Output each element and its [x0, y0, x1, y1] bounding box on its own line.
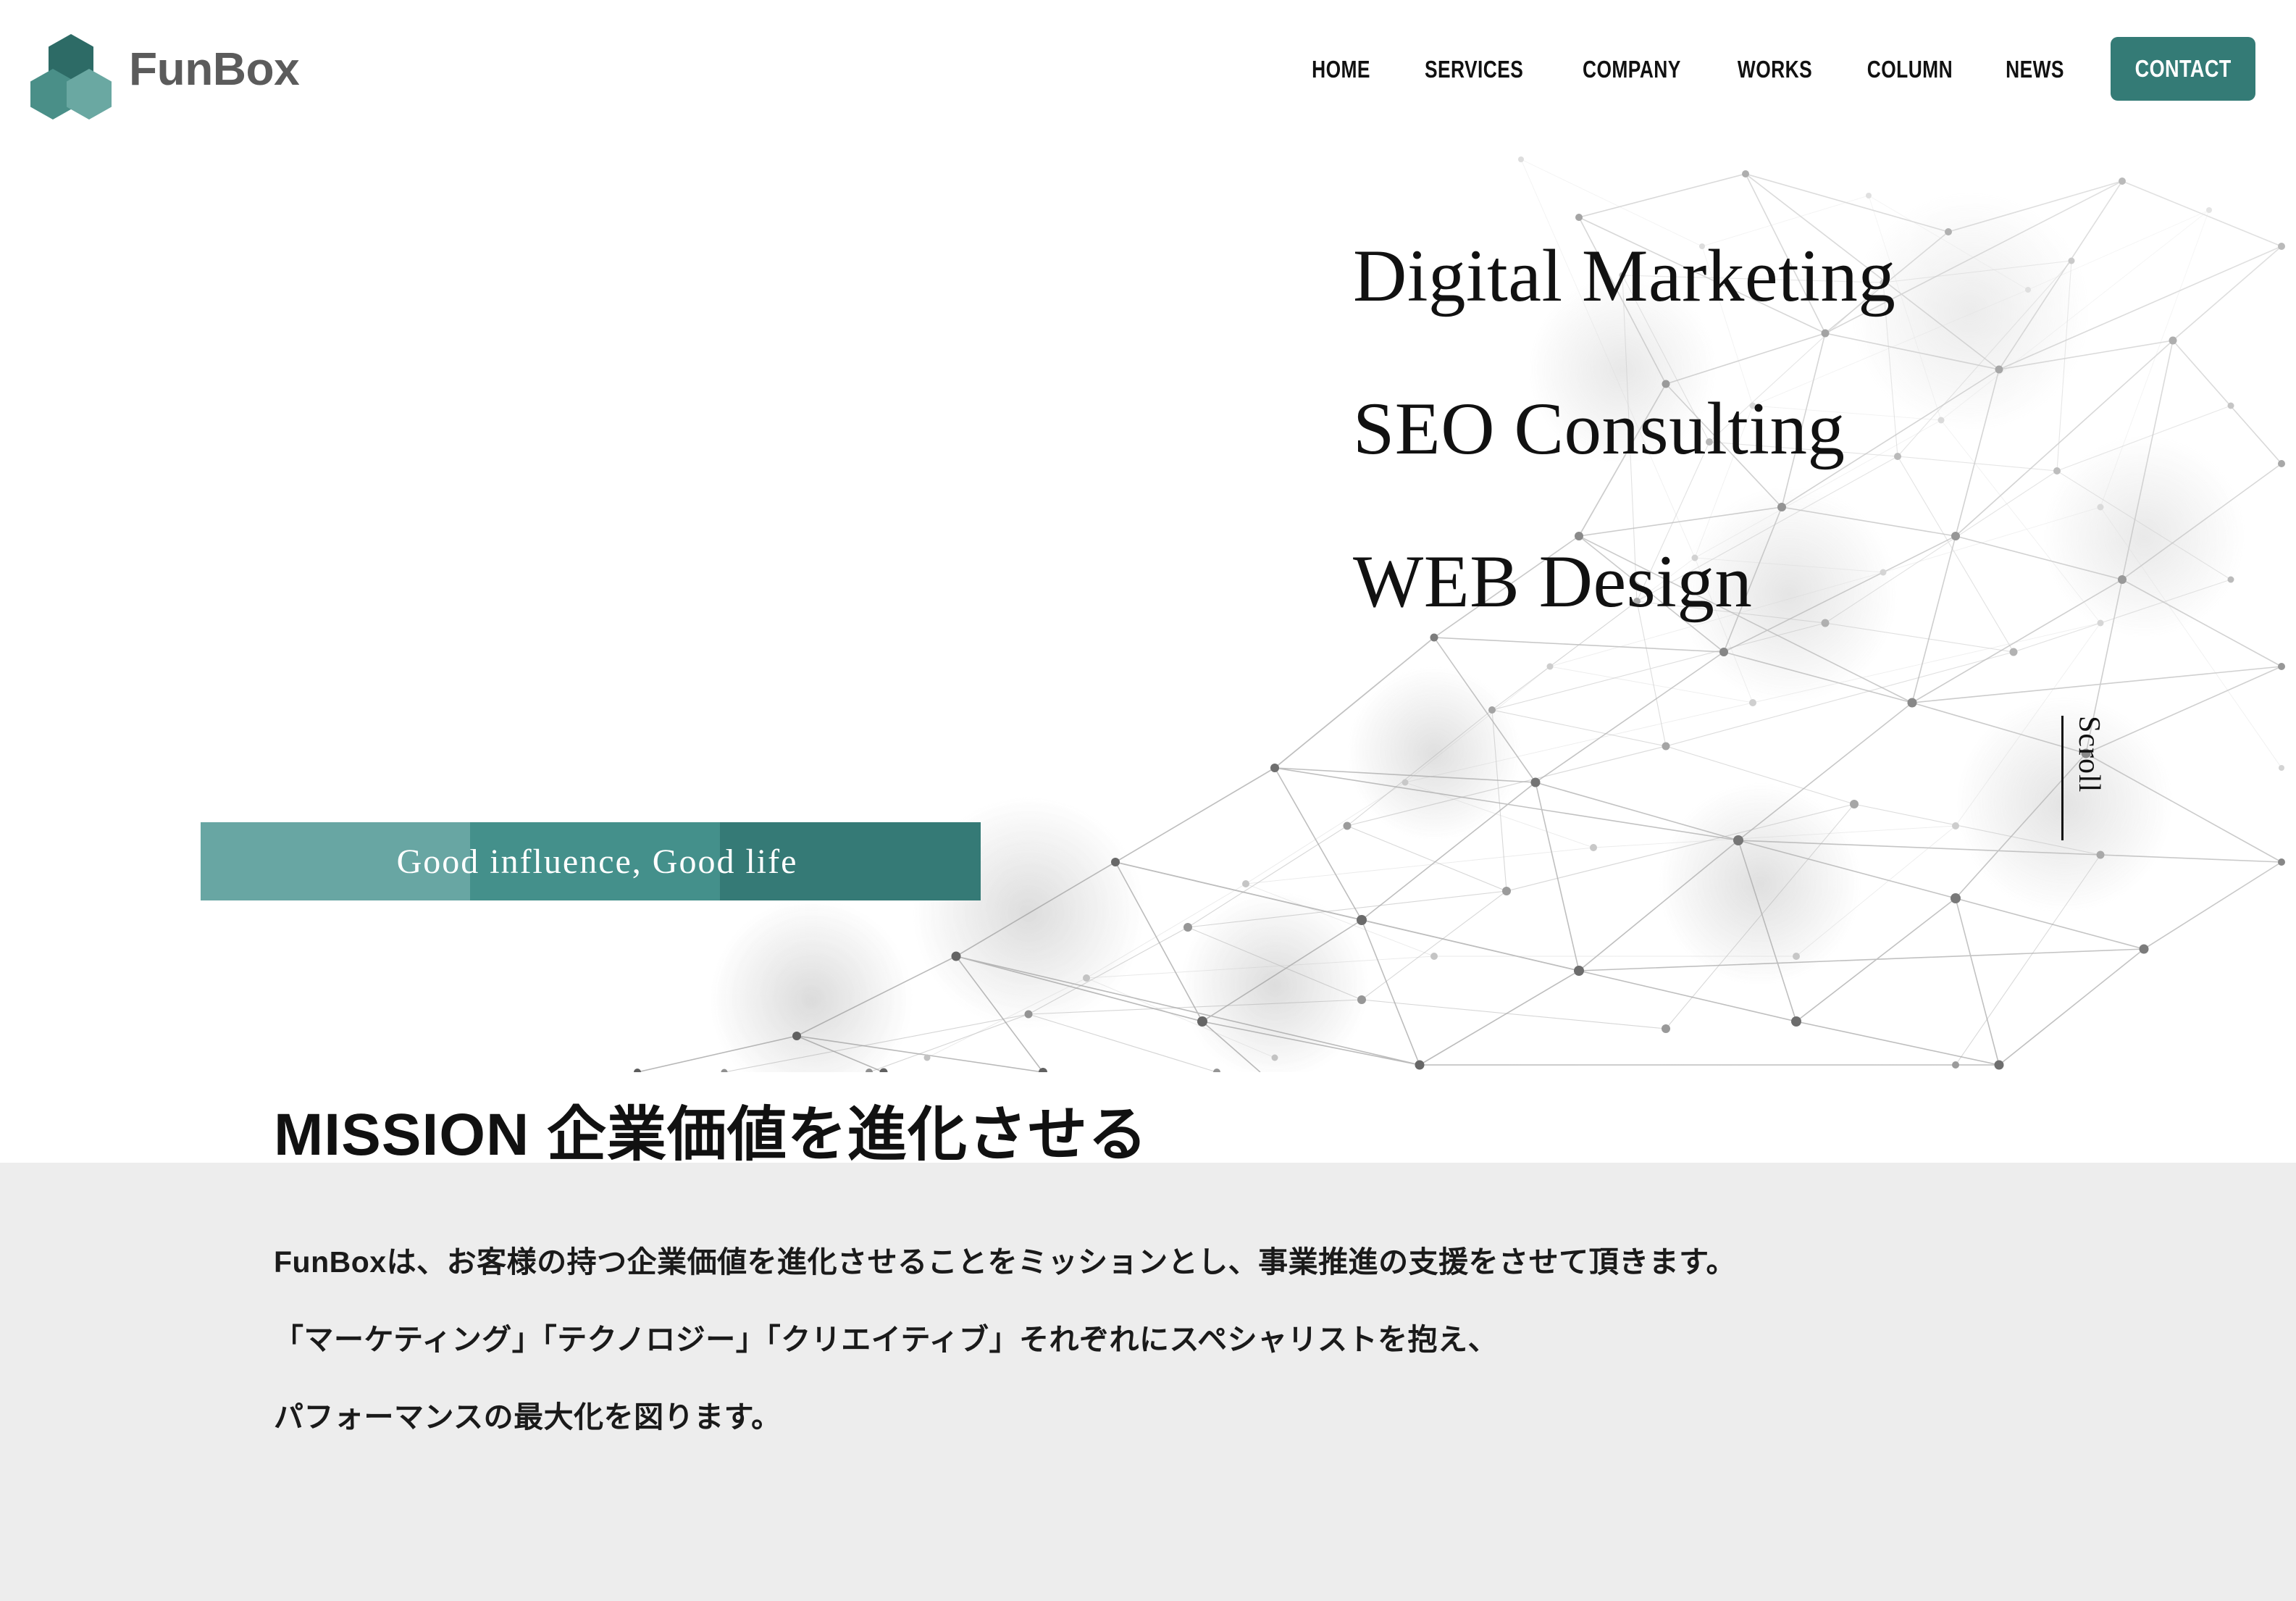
site-header: FunBox HOME SERVICES COMPANY WORKS COLUM… — [0, 0, 2296, 138]
hero-line-2: SEO Consulting — [1353, 388, 1845, 470]
hero-line-1: Digital Marketing — [1353, 235, 1896, 317]
brand-logo-link[interactable]: FunBox — [30, 34, 300, 120]
scroll-indicator[interactable]: Scroll — [2061, 716, 2106, 840]
mission-section: MISSION 企業価値を進化させる FunBoxは、お客様の持つ企業価値を進化… — [0, 1072, 2296, 1432]
primary-navigation: HOME SERVICES COMPANY WORKS COLUMN NEWS … — [1287, 37, 2296, 101]
contact-button[interactable]: CONTACT — [2111, 37, 2255, 101]
nav-item-works[interactable]: WORKS — [1724, 57, 1827, 81]
contact-button-label: CONTACT — [2134, 55, 2232, 82]
nav-item-services[interactable]: SERVICES — [1411, 57, 1538, 81]
funbox-hexagon-logo-icon — [30, 34, 112, 120]
hero-tagline-banner: Good influence, Good life — [201, 822, 981, 900]
brand-name: FunBox — [129, 43, 300, 95]
nav-item-news[interactable]: NEWS — [1992, 57, 2078, 81]
hero-line-3: WEB Design — [1353, 540, 1753, 623]
network-mesh-graphic — [0, 130, 2296, 1072]
scroll-label: Scroll — [2072, 716, 2106, 793]
mission-title: MISSION 企業価値を進化させる — [274, 1102, 1149, 1168]
hero-section: Digital Marketing SEO Consulting WEB Des… — [0, 130, 2296, 1072]
nav-item-column[interactable]: COLUMN — [1853, 57, 1967, 81]
mission-body: FunBoxは、お客様の持つ企業価値を進化させることをミッションとし、事業推進の… — [274, 1247, 2296, 1432]
tagline-text: Good influence, Good life — [396, 842, 798, 881]
scroll-rule-line — [2061, 716, 2064, 840]
mission-paragraph-1: FunBoxは、お客様の持つ企業価値を進化させることをミッションとし、事業推進の… — [274, 1245, 1736, 1279]
nav-item-company[interactable]: COMPANY — [1569, 57, 1695, 81]
mission-paragraph-2: 「マーケティング」「テクノロジー」「クリエイティブ」それぞれにスペシャリストを抱… — [274, 1323, 1499, 1357]
nav-item-home[interactable]: HOME — [1298, 57, 1384, 81]
page-root: Digital Marketing SEO Consulting WEB Des… — [0, 0, 2296, 1601]
mission-paragraph-3: パフォーマンスの最大化を図ります。 — [274, 1400, 782, 1434]
hero-headline-group: Digital Marketing SEO Consulting WEB Des… — [1353, 239, 1895, 619]
